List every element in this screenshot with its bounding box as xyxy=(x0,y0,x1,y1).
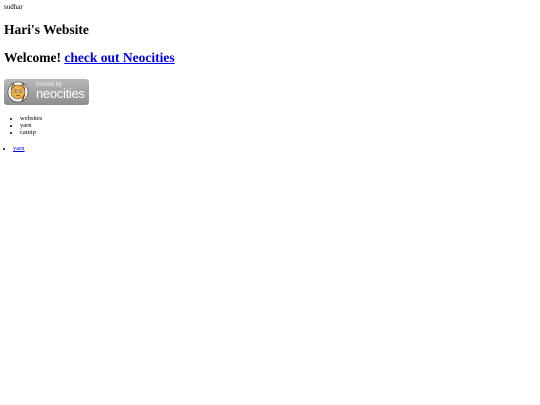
badge-brand-text: neocities xyxy=(36,86,85,101)
link-list-item: yarn xyxy=(13,145,536,152)
list-item: yarn xyxy=(20,122,536,129)
yarn-link[interactable]: yarn xyxy=(13,145,25,152)
welcome-heading: Welcome! check out Neocities xyxy=(4,50,536,66)
list-item: catnip xyxy=(20,129,536,136)
neocities-link[interactable]: check out Neocities xyxy=(64,50,174,65)
link-list: yarn xyxy=(4,145,536,152)
neocities-cat-icon xyxy=(7,81,29,103)
welcome-text: Welcome! xyxy=(4,50,61,65)
top-label: sudhar xyxy=(4,3,23,11)
hosted-by-neocities-badge[interactable]: hosted by neocities xyxy=(4,79,89,105)
topic-list: websites yarn catnip xyxy=(4,115,536,136)
site-title: Hari's Website xyxy=(4,22,89,37)
page: sudhar Hari's Website Welcome! check out… xyxy=(0,3,540,405)
list-item: websites xyxy=(20,115,536,122)
